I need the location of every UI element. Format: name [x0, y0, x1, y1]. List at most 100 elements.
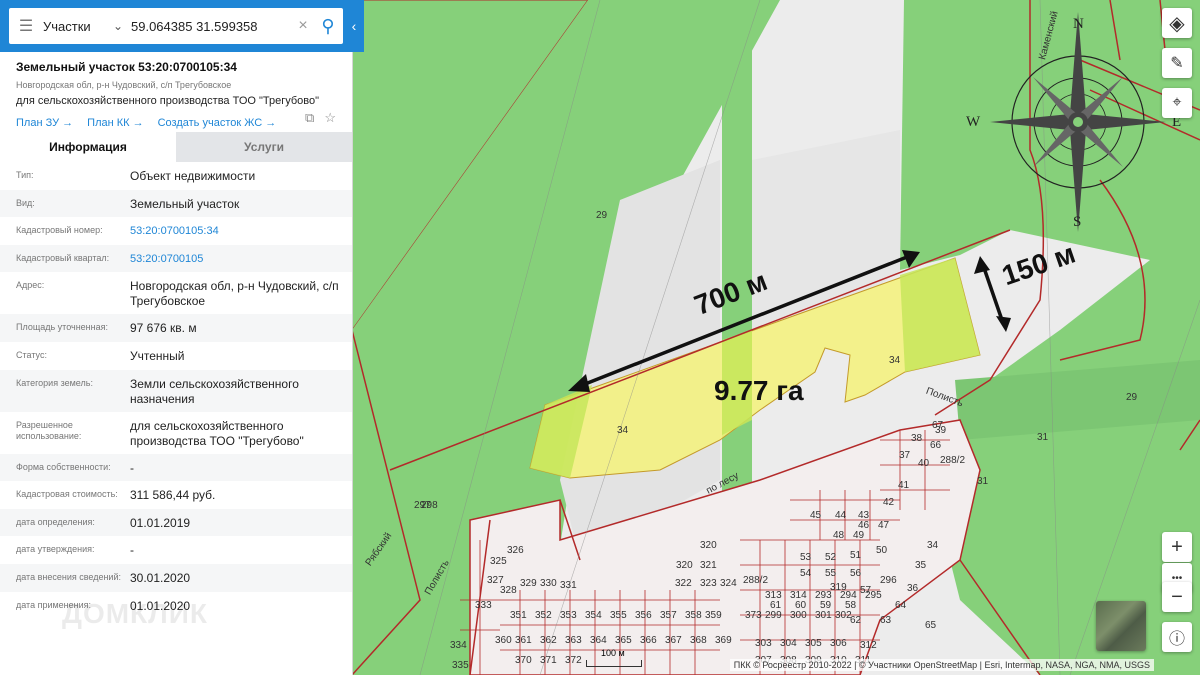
clear-icon[interactable]: ×	[293, 17, 313, 35]
parcel-number-label: 35	[915, 560, 927, 571]
search-icon[interactable]: ⚲	[313, 16, 343, 37]
parcel-number-label: 365	[615, 635, 632, 646]
document-search-icon[interactable]: ⧉	[305, 110, 314, 126]
collapse-panel-icon[interactable]: ‹	[346, 8, 362, 44]
info-key: Разрешенное использование:	[16, 419, 82, 441]
parcel-number-label: 40	[918, 458, 930, 469]
parcel-number-label: 66	[930, 440, 942, 451]
parcel-number-label: 55	[825, 568, 837, 579]
search-input[interactable]	[129, 17, 293, 35]
compass-n-label: N	[1073, 16, 1084, 32]
parcel-number-label: 331	[560, 580, 577, 591]
parcel-number-label: 34	[927, 540, 939, 551]
zoom-out-button[interactable]: −	[1162, 582, 1192, 612]
parcel-number-label: 358	[685, 610, 702, 621]
parcel-number-label: 368	[690, 635, 707, 646]
zoom-in-button[interactable]: +	[1162, 532, 1192, 562]
parcel-number-label: 353	[560, 610, 577, 621]
info-value: для сельскохозяйственного производства Т…	[130, 418, 304, 448]
compass-w-label: W	[966, 114, 981, 130]
info-row: Кадастровый номер: 53:20:0700105:34	[0, 217, 352, 245]
parcel-number-label: 296	[880, 575, 897, 586]
parcel-number-label: 333	[475, 600, 492, 611]
object-header: Земельный участок 53:20:0700105:34 Новго…	[16, 60, 346, 129]
compass-s-label: S	[1073, 214, 1082, 230]
info-row: Кадастровый квартал: 53:20:0700105	[0, 244, 352, 273]
parcel-number-label: 300	[790, 610, 807, 621]
parcel-number-label: 29	[596, 210, 608, 221]
parcel-number-label: 53	[800, 552, 812, 563]
info-key: Вид:	[16, 197, 35, 208]
parcel-number-label: 38	[911, 433, 923, 444]
parcel-number-label: 45	[810, 510, 822, 521]
parcel-number-label: 335	[452, 660, 469, 671]
info-value[interactable]: 53:20:0700105	[130, 252, 352, 272]
tab-services[interactable]: Услуги	[176, 132, 352, 162]
parcel-number-label: 362	[540, 635, 557, 646]
info-value: Земли сельскохозяйственного назначения	[130, 376, 299, 406]
tab-info[interactable]: Информация	[0, 132, 176, 162]
info-row: Разрешенное использование: для сельскохоз…	[0, 412, 352, 454]
info-row: дата внесения сведений: 30.01.2020	[0, 563, 352, 592]
crosshair-icon: ⌖	[1172, 94, 1182, 111]
plan-zu-link[interactable]: План ЗУ →	[16, 117, 73, 129]
domclick-watermark: ДОМКЛИК	[62, 598, 209, 629]
parcel-number-label: 360	[495, 635, 512, 646]
parcel-number-label: 41	[898, 480, 910, 491]
info-value: Учтенный	[130, 348, 185, 363]
parcel-number-label: 51	[850, 550, 862, 561]
layers-icon: ◈	[1169, 12, 1185, 35]
chevron-down-icon[interactable]: ⌄	[113, 19, 129, 33]
info-value: -	[130, 460, 134, 475]
info-row: дата утверждения: -	[0, 536, 352, 564]
star-icon[interactable]: ☆	[324, 110, 336, 126]
info-row: Тип: Объект недвижимости	[0, 162, 352, 190]
info-value: Объект недвижимости	[130, 169, 256, 183]
object-usage: для сельскохозяйственного производства Т…	[16, 95, 320, 107]
parcel-number-label: 324	[720, 578, 737, 589]
orientation-button[interactable]: ⓘ	[1162, 622, 1192, 652]
parcel-number-label: 305	[805, 638, 822, 649]
info-value[interactable]: 53:20:0700105:34	[130, 224, 352, 244]
parcel-number-label: 328	[500, 585, 517, 596]
satellite-minimap[interactable]	[1096, 601, 1146, 651]
parcel-number-label: 313	[765, 590, 782, 601]
parcel-number-label: 34	[889, 355, 901, 366]
search-box: ☰ Участки ⌄ × ⚲	[9, 8, 343, 44]
parcel-number-label: 54	[800, 568, 812, 579]
info-key: Кадастровый номер:	[16, 225, 103, 236]
parcel-number-label: 367	[665, 635, 682, 646]
info-row: Вид: Земельный участок	[0, 189, 352, 218]
parcel-number-label: 63	[880, 615, 892, 626]
parcel-number-label: 372	[565, 655, 582, 666]
ruler-button[interactable]: ✎	[1162, 48, 1192, 78]
compass-icon: ⓘ	[1168, 631, 1185, 648]
parcel-number-label: 295	[865, 590, 882, 601]
scale-bar: 100 м	[586, 648, 642, 667]
parcel-number-label: 304	[780, 638, 797, 649]
parcel-number-label: 298	[421, 500, 438, 511]
info-value: -	[130, 543, 134, 558]
map-attribution: ПКК © Росреестр 2010-2022 | © Участники …	[729, 659, 1154, 671]
info-value: Новгородская обл, р-н Чудовский, с/п Тре…	[130, 279, 339, 309]
plan-kk-link[interactable]: План КК →	[87, 117, 143, 129]
parcel-number-label: 354	[585, 610, 602, 621]
create-parcel-link[interactable]: Создать участок ЖС →	[158, 117, 277, 129]
search-type-select[interactable]: Участки	[43, 19, 113, 34]
object-links: План ЗУ → План КК → Создать участок ЖС →	[16, 117, 346, 129]
info-row: дата определения: 01.01.2019	[0, 508, 352, 537]
info-key: Площадь уточненная:	[16, 322, 108, 333]
parcel-number-label: 322	[675, 578, 692, 589]
menu-icon[interactable]: ☰	[9, 16, 43, 36]
parcel-number-label: 364	[590, 635, 607, 646]
parcel-number-label: 36	[907, 583, 919, 594]
parcel-number-label: 303	[755, 638, 772, 649]
layers-button[interactable]: ◈	[1162, 8, 1192, 38]
parcel-number-label: 323	[700, 578, 717, 589]
info-row: Категория земель: Земли сельскохозяйствен…	[0, 369, 352, 412]
ruler-icon: ✎	[1170, 55, 1184, 72]
locate-button[interactable]: ⌖	[1162, 88, 1192, 118]
parcel-number-label: 359	[705, 610, 722, 621]
parcel-number-label: 312	[860, 640, 877, 651]
parcel-number-label: 320	[700, 540, 717, 551]
